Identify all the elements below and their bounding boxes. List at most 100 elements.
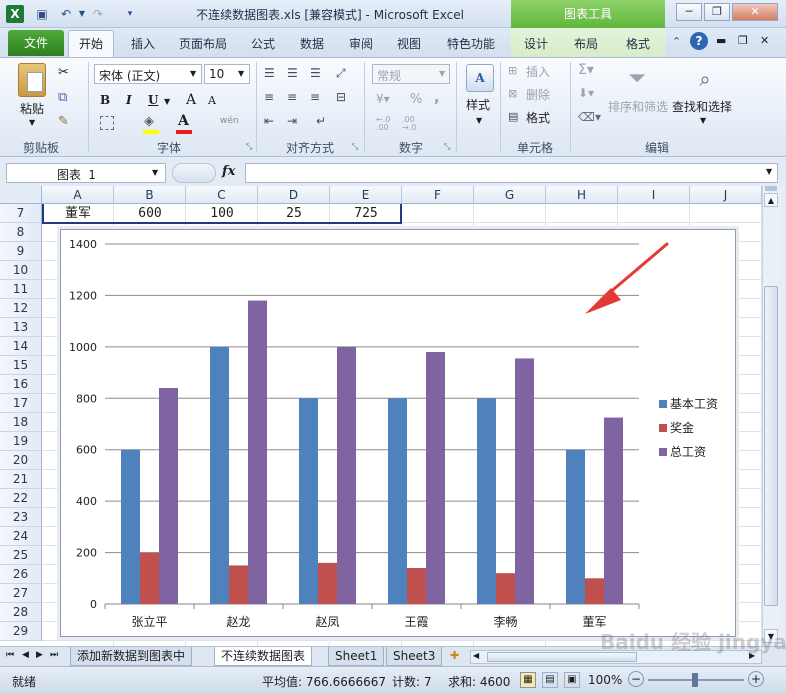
wrap-text-icon[interactable]: ↵ <box>316 114 326 128</box>
align-middle-icon[interactable]: ☰ <box>287 66 298 80</box>
underline-button[interactable]: U <box>148 93 158 107</box>
bar-基本工资[interactable] <box>477 398 496 604</box>
row-header[interactable]: 23 <box>0 508 42 527</box>
name-box-dropdown-icon[interactable]: ▼ <box>152 168 158 177</box>
row-header[interactable]: 15 <box>0 356 42 375</box>
column-header[interactable]: H <box>546 186 618 204</box>
scroll-up-icon[interactable]: ▲ <box>764 193 778 207</box>
row-header[interactable]: 11 <box>0 280 42 299</box>
tab-insert[interactable]: 插入 <box>124 32 162 56</box>
row-header[interactable]: 12 <box>0 299 42 318</box>
comma-button[interactable]: , <box>434 88 440 106</box>
find-select-icon[interactable]: ⌕ <box>690 64 720 94</box>
bar-奖金[interactable] <box>229 565 248 604</box>
zoom-out-icon[interactable]: − <box>628 671 644 687</box>
sort-filter-icon[interactable]: ⏷ <box>622 64 652 94</box>
name-box[interactable]: 图表 1 <box>6 163 166 183</box>
page-break-view-icon[interactable]: ▣ <box>564 672 580 688</box>
tab-special[interactable]: 特色功能 <box>440 32 502 56</box>
clear-icon[interactable]: ⌫▾ <box>578 110 601 124</box>
align-right-icon[interactable]: ≡ <box>310 90 320 104</box>
grow-font-button[interactable]: A <box>186 92 196 108</box>
save-icon[interactable]: ▣ <box>34 6 50 22</box>
delete-cells-icon[interactable]: ⊠ <box>508 87 517 100</box>
workbook-minimize-icon[interactable]: ▬ <box>716 34 726 47</box>
vertical-scrollbar[interactable]: ▲ ▼ <box>762 186 779 646</box>
tab-review[interactable]: 审阅 <box>342 32 380 56</box>
zoom-slider-thumb[interactable] <box>692 673 698 687</box>
tab-home[interactable]: 开始 <box>68 30 114 58</box>
font-name-dropdown-icon[interactable]: ▼ <box>190 69 196 78</box>
column-header[interactable]: C <box>186 186 258 204</box>
split-box-horizontal[interactable] <box>765 186 777 191</box>
row-header[interactable]: 24 <box>0 527 42 546</box>
row-header[interactable]: 16 <box>0 375 42 394</box>
delete-cells-button[interactable]: 删除 <box>526 86 550 103</box>
close-icon[interactable]: ✕ <box>732 3 778 21</box>
fill-color-icon[interactable]: ◈ <box>144 114 154 129</box>
row-header[interactable]: 29 <box>0 622 42 641</box>
row-header[interactable]: 25 <box>0 546 42 565</box>
sheet-tab-sheet1[interactable]: Sheet1 <box>328 647 385 666</box>
borders-icon[interactable] <box>100 116 114 130</box>
bar-总工资[interactable] <box>159 388 178 604</box>
undo-dropdown-icon[interactable]: ▼ <box>74 6 90 22</box>
font-size-dropdown-icon[interactable]: ▼ <box>238 69 244 78</box>
paste-button[interactable]: 粘贴 <box>20 100 44 117</box>
format-painter-icon[interactable]: ✎ <box>58 114 69 129</box>
bar-奖金[interactable] <box>407 568 426 604</box>
merge-center-icon[interactable]: ⊟ <box>336 90 346 104</box>
underline-dropdown-icon[interactable]: ▼ <box>164 97 170 106</box>
bar-奖金[interactable] <box>318 562 337 604</box>
font-color-button[interactable]: A <box>178 113 189 129</box>
orientation-icon[interactable]: ⤢ <box>336 66 346 81</box>
decrease-indent-icon[interactable]: ⇤ <box>264 114 274 128</box>
row-header[interactable]: 22 <box>0 489 42 508</box>
undo-icon[interactable]: ↶ <box>58 6 74 22</box>
bar-基本工资[interactable] <box>566 449 585 604</box>
font-dialog-launcher-icon[interactable]: ⤡ <box>246 142 252 152</box>
italic-button[interactable]: I <box>126 93 132 107</box>
insert-cells-button[interactable]: 插入 <box>526 63 550 80</box>
chart-object[interactable]: 0 200 400 600 800 1000 1200 1400 张立平 赵龙 赵凤 王霞 李畅 董军 基本… <box>60 229 736 637</box>
first-sheet-icon[interactable]: ⏮ <box>6 650 14 660</box>
bar-基本工资[interactable] <box>121 449 140 604</box>
scroll-thumb[interactable] <box>764 286 778 606</box>
expand-formula-bar-icon[interactable]: ▼ <box>766 167 772 176</box>
zoom-level[interactable]: 100% <box>588 673 622 687</box>
legend-entry[interactable]: 总工资 <box>670 445 706 459</box>
normal-view-icon[interactable]: ▦ <box>520 672 536 688</box>
currency-icon[interactable]: ¥▾ <box>376 92 390 106</box>
column-header[interactable]: G <box>474 186 546 204</box>
row-header[interactable]: 26 <box>0 565 42 584</box>
restore-icon[interactable]: ❐ <box>704 3 730 21</box>
bar-总工资[interactable] <box>426 352 445 604</box>
alignment-dialog-launcher-icon[interactable]: ⤡ <box>352 142 358 152</box>
tab-format[interactable]: 格式 <box>618 32 658 56</box>
column-header[interactable]: E <box>330 186 402 204</box>
zoom-in-icon[interactable]: + <box>748 671 764 687</box>
autosum-icon[interactable]: Σ▾ <box>578 62 594 78</box>
tab-page-layout[interactable]: 页面布局 <box>172 32 234 56</box>
tab-formulas[interactable]: 公式 <box>244 32 282 56</box>
insert-function-button[interactable]: fx <box>222 164 235 179</box>
row-header[interactable]: 20 <box>0 451 42 470</box>
shrink-font-button[interactable]: A <box>208 94 216 107</box>
legend-entry[interactable]: 基本工资 <box>670 397 718 411</box>
page-layout-view-icon[interactable]: ▤ <box>542 672 558 688</box>
row-header[interactable]: 7 <box>0 204 42 223</box>
minimize-ribbon-icon[interactable]: ⌃ <box>672 35 681 48</box>
styles-icon[interactable]: A <box>466 64 494 92</box>
bar-基本工资[interactable] <box>299 398 318 604</box>
increase-indent-icon[interactable]: ⇥ <box>287 114 297 128</box>
font-name-combo[interactable]: 宋体 (正文) <box>94 64 202 84</box>
decrease-decimal-icon[interactable]: .00 →.0 <box>402 116 416 132</box>
column-header[interactable]: J <box>690 186 762 204</box>
align-bottom-icon[interactable]: ☰ <box>310 66 321 80</box>
help-icon[interactable]: ? <box>690 32 708 50</box>
row-header[interactable]: 21 <box>0 470 42 489</box>
customize-qat-icon[interactable]: ▾ <box>122 6 138 22</box>
align-center-icon[interactable]: ≡ <box>287 90 297 104</box>
tab-design[interactable]: 设计 <box>516 32 556 56</box>
styles-dropdown-icon[interactable]: ▼ <box>476 116 482 125</box>
